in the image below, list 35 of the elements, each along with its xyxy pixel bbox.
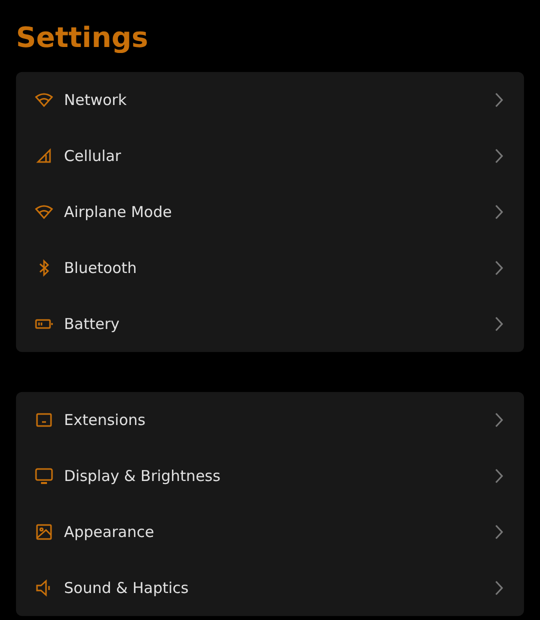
row-label: Network [64, 91, 128, 109]
settings-row[interactable]: Sound & Haptics [16, 560, 524, 616]
settings-row[interactable]: Battery [16, 296, 524, 352]
settings-row[interactable]: Network [16, 72, 524, 128]
row-label: Appearance [64, 523, 156, 541]
chevron-right-icon [494, 316, 504, 332]
page-title: Settings [16, 20, 150, 56]
chevron-right-icon [494, 524, 504, 540]
chevron-right-icon [494, 412, 504, 428]
row-label: Airplane Mode [64, 203, 173, 221]
wifi-icon [35, 203, 53, 221]
chevron-right-icon [494, 148, 504, 164]
chevron-right-icon [494, 468, 504, 484]
image-icon [35, 523, 53, 541]
row-label: Sound & Haptics [64, 579, 190, 597]
wifi-icon [35, 91, 53, 109]
row-label: Cellular [64, 147, 122, 165]
settings-row[interactable]: Extensions [16, 392, 524, 448]
chevron-right-icon [494, 204, 504, 220]
row-label: Display & Brightness [64, 467, 222, 485]
chevron-right-icon [494, 260, 504, 276]
settings-row[interactable]: Bluetooth [16, 240, 524, 296]
row-label: Battery [64, 315, 121, 333]
chevron-right-icon [494, 580, 504, 596]
settings-row[interactable]: Airplane Mode [16, 184, 524, 240]
settings-row[interactable]: Display & Brightness [16, 448, 524, 504]
row-label: Extensions [64, 411, 146, 429]
window-icon [35, 411, 53, 429]
settings-row[interactable]: Appearance [16, 504, 524, 560]
row-label: Bluetooth [64, 259, 138, 277]
settings-row[interactable]: Cellular [16, 128, 524, 184]
speaker-icon [35, 579, 53, 597]
chevron-right-icon [494, 92, 504, 108]
signal-icon [35, 147, 53, 165]
monitor-icon [35, 467, 53, 485]
